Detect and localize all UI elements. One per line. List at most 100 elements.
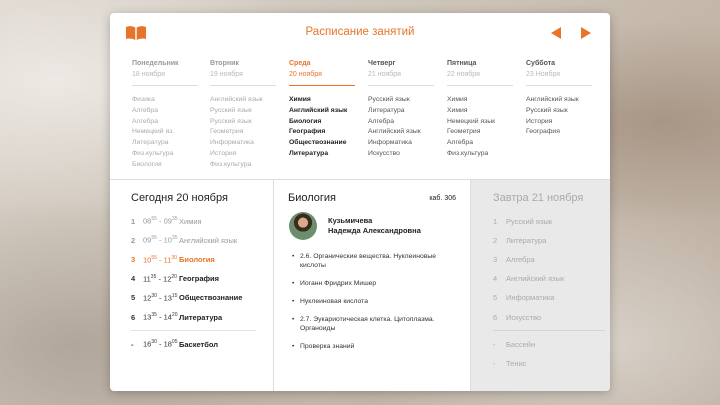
- lesson-time: 0955 - 1035: [143, 235, 178, 245]
- triangle-left-icon[interactable]: [550, 27, 562, 39]
- day-subject: Физ.культура: [210, 160, 252, 168]
- day-subject: Английский язык: [210, 96, 263, 103]
- topic-item[interactable]: Проверка знаний: [292, 342, 462, 351]
- day-column[interactable]: Суббота 23 Ноября Английский язык Русский я…: [526, 60, 604, 139]
- day-subject-list: Химия Английский язык Биология География Общ…: [289, 96, 367, 161]
- time-minutes: 05: [171, 339, 178, 346]
- tomorrow-panel: Завтра 21 ноября 1 Русский язык 2 Литератур…: [471, 180, 610, 391]
- tomorrow-lesson-row[interactable]: 2 Литература: [493, 234, 546, 246]
- tomorrow-extra-row[interactable]: - Бассейн: [493, 338, 535, 350]
- time-hours: 13: [163, 293, 172, 303]
- lesson-row[interactable]: -1630 - 1805 Баскетбол: [131, 338, 218, 350]
- topic-item[interactable]: Иоганн Фридрих Мишер: [292, 279, 462, 288]
- tomorrow-lesson-row[interactable]: 3 Алгебра: [493, 253, 535, 265]
- day-name: Понедельник: [132, 60, 179, 67]
- day-subject: Химия: [289, 96, 311, 103]
- lesson-subject: Обществознание: [179, 293, 243, 303]
- lesson-number: 6: [131, 312, 136, 322]
- lesson-row[interactable]: 2 0955 - 1035 Английский язык: [131, 234, 237, 246]
- lesson-number: -: [131, 339, 134, 349]
- day-subject: Английский язык: [289, 106, 348, 114]
- day-date: 18 ноября: [132, 71, 165, 78]
- tomorrow-extra-row[interactable]: - Тенис: [493, 357, 526, 369]
- lesson-detail-panel: Биология каб. 306 Кузьмичева Надежда Але…: [274, 180, 471, 391]
- lesson-number: 1: [493, 216, 498, 226]
- day-column[interactable]: Вторник 19 ноября Английский язык Русский я…: [210, 60, 288, 172]
- day-date: 20 ноября: [289, 71, 322, 78]
- lesson-number: 3: [493, 254, 498, 264]
- tomorrow-lesson-row[interactable]: 6 Искусство: [493, 311, 541, 323]
- day-subject: История: [526, 117, 553, 125]
- tomorrow-lesson-row[interactable]: 4 Английский язык: [493, 273, 564, 285]
- day-column[interactable]: Среда 20 ноября Химия Английский язык Биолог…: [289, 60, 367, 161]
- tomorrow-lesson-row[interactable]: 5 Информатика: [493, 292, 554, 304]
- lesson-subject: Алгебра: [506, 254, 535, 264]
- day-divider: [526, 85, 592, 86]
- room-label: каб. 306: [429, 195, 456, 202]
- topic-item[interactable]: 2.6. Органические вещества. Нуклеиновые …: [292, 252, 462, 270]
- time-minutes: 20: [171, 273, 177, 280]
- week-strip: Понедельник 18 ноября Физика Алгебра Алгебра…: [132, 60, 602, 180]
- topic-item[interactable]: Нуклеиновая кислота: [292, 297, 462, 306]
- lesson-row[interactable]: 4 1135 - 1220 География: [131, 273, 219, 285]
- lesson-time: 1335 - 1420: [143, 312, 178, 322]
- day-subject: Английский язык: [526, 96, 579, 103]
- day-subject: География: [289, 128, 326, 136]
- lesson-subject: Английский язык: [179, 235, 238, 245]
- lesson-time: 0855 - 0935: [143, 216, 178, 226]
- lesson-row[interactable]: 3 1055 - 1130 Биология: [131, 253, 215, 265]
- today-panel: Сегодня 20 ноября 1 0855 - 0935 Химия 2 0955…: [110, 180, 274, 391]
- today-title: Сегодня 20 ноября: [131, 192, 228, 204]
- page-title: Расписание занятий: [305, 26, 415, 38]
- day-subject: Биология: [132, 160, 162, 168]
- day-column[interactable]: Четверг 21 ноября Русский язык Литература Ал…: [368, 60, 446, 161]
- day-subject: Информатика: [210, 139, 254, 147]
- lesson-number: -: [493, 358, 496, 368]
- teacher-given-names: Надежда Александровна: [328, 226, 421, 235]
- triangle-right-icon[interactable]: [580, 27, 592, 39]
- day-date: 22 ноября: [447, 71, 480, 78]
- lesson-time: 1135 - 1220: [143, 273, 177, 284]
- day-column[interactable]: Понедельник 18 ноября Физика Алгебра Алгебра…: [132, 60, 210, 172]
- time-minutes: 35: [171, 235, 178, 242]
- lesson-subject: Тенис: [506, 358, 527, 368]
- topic-list: 2.6. Органические вещества. Нуклеиновые …: [292, 252, 462, 360]
- time-hours: 18: [163, 339, 172, 349]
- tomorrow-title: Завтра 21 ноября: [493, 192, 584, 204]
- lesson-subject: Биология: [179, 254, 215, 264]
- day-column[interactable]: Пятница 22 ноября Химия Химия Немецкий язык Г…: [447, 60, 525, 161]
- lesson-number: 4: [493, 274, 498, 284]
- tomorrow-lesson-row[interactable]: 1 Русский язык: [493, 215, 552, 227]
- time-minutes: 35: [171, 216, 178, 223]
- day-name: Среда: [289, 60, 311, 67]
- day-date: 21 ноября: [368, 71, 401, 78]
- lesson-number: -: [493, 339, 496, 349]
- day-date: 19 ноября: [210, 71, 243, 78]
- day-subject: Обществознание: [289, 139, 347, 147]
- lesson-row[interactable]: 1 0855 - 0935 Химия: [131, 215, 202, 227]
- day-subject: Искусство: [368, 149, 400, 157]
- day-divider: [368, 85, 434, 86]
- time-hours: 14: [163, 312, 172, 322]
- lesson-number: 2: [493, 235, 498, 245]
- time-hours: 10: [163, 235, 172, 245]
- day-name: Четверг: [368, 60, 396, 67]
- lesson-subject: Искусство: [506, 312, 542, 322]
- topic-item[interactable]: 2.7. Эукариотическая клетка. Цитоплазма.…: [292, 315, 462, 333]
- day-subject: Английский язык: [368, 128, 421, 136]
- day-subject: Геометрия: [210, 128, 244, 136]
- day-subject: Литература: [132, 139, 169, 147]
- lesson-number: 4: [131, 274, 136, 284]
- divider: [493, 330, 605, 331]
- day-subject-list: Химия Химия Немецкий язык Геометрия Алгебра Ф…: [447, 96, 525, 161]
- lesson-row[interactable]: 5 1230 - 1315 Обществознание: [131, 292, 242, 304]
- lesson-subject: Английский язык: [506, 274, 565, 284]
- avatar: [289, 212, 317, 240]
- lesson-number: 3: [131, 254, 136, 264]
- day-divider: [447, 85, 513, 86]
- day-subject: Физика: [132, 96, 155, 103]
- day-subject-list: Английский язык Русский язык Русский язык Г…: [210, 96, 288, 172]
- day-date: 23 Ноября: [526, 71, 561, 78]
- day-subject-list: Физика Алгебра Алгебра Немецкий яз. Литерату…: [132, 96, 210, 172]
- lesson-row[interactable]: 6 1335 - 1420 Литература: [131, 311, 222, 323]
